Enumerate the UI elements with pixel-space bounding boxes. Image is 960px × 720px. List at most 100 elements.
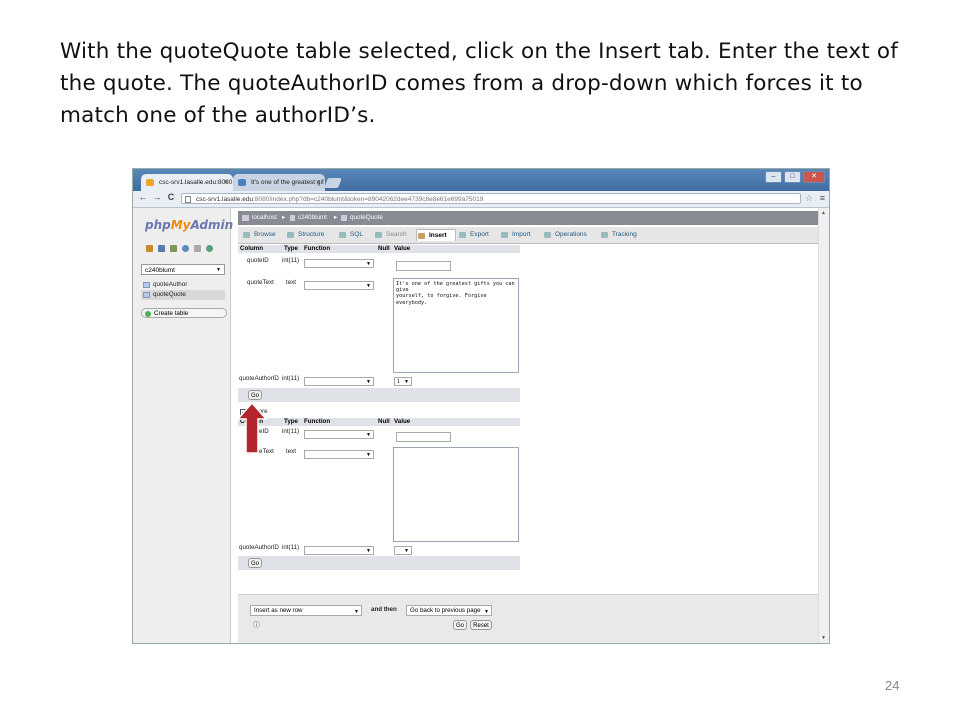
insert-options: Insert as new row ▼ and then Go back to p… <box>238 594 818 643</box>
sql-icon <box>339 232 346 238</box>
tab-import[interactable]: Import <box>500 229 530 241</box>
minimize-button[interactable]: – <box>765 171 782 183</box>
breadcrumb: localhost ▸ c240blumt ▸ quoteQuote <box>238 211 818 225</box>
column-name: quoteText <box>247 279 274 286</box>
tracking-icon <box>601 232 608 238</box>
function-select[interactable]: ▼ <box>304 377 374 386</box>
function-select[interactable]: ▼ <box>304 546 374 555</box>
tab-operations[interactable]: Operations <box>543 229 587 241</box>
breadcrumb-separator-icon: ▸ <box>282 214 286 221</box>
help-icon[interactable] <box>182 245 189 252</box>
tab-structure[interactable]: Structure <box>286 229 324 241</box>
docs-icon[interactable] <box>194 245 201 252</box>
back-button[interactable]: ← <box>137 192 149 202</box>
page-scrollbar[interactable]: ▲ ▼ <box>818 208 829 643</box>
close-icon[interactable]: × <box>224 174 228 191</box>
column-type: int(11) <box>282 375 300 382</box>
window-controls: – □ ✕ <box>765 171 825 183</box>
slide-number: 24 <box>885 678 900 693</box>
sidebar-item-quoteauthor[interactable]: quoteAuthor <box>141 280 225 290</box>
structure-icon <box>287 232 294 238</box>
column-type: text <box>286 279 296 286</box>
menu-icon[interactable]: ≡ <box>820 193 825 203</box>
breadcrumb-table[interactable]: quoteQuote <box>350 211 383 225</box>
close-window-button[interactable]: ✕ <box>803 171 825 183</box>
tab-label: It's one of the greatest gif <box>251 179 324 186</box>
tab-label: csc-srv1.lasalle.edu:8080 <box>159 179 233 186</box>
quotetext-textarea[interactable]: It's one of the greatest gifts you can g… <box>393 278 519 373</box>
tab-export[interactable]: Export <box>458 229 489 241</box>
dropdown-arrow-icon: ▼ <box>484 609 489 615</box>
browser-toolbar: ← → C csc-srv1.lasalle.edu:8080/index.ph… <box>133 191 829 208</box>
column-type: int(11) <box>282 544 300 551</box>
breadcrumb-separator-icon: ▸ <box>334 214 338 221</box>
url-path: :8080/index.php?db=c240blumt&token=89042… <box>253 196 484 203</box>
search-icon <box>375 232 382 238</box>
database-icon <box>290 215 295 221</box>
home-icon[interactable] <box>146 245 153 252</box>
column-type: text <box>286 448 296 455</box>
quoteid-value-input[interactable] <box>396 432 451 442</box>
export-icon <box>459 232 466 238</box>
author-id-select[interactable]: ▼ <box>394 546 412 555</box>
function-select[interactable]: ▼ <box>304 450 374 459</box>
sidebar-item-quotequote[interactable]: quoteQuote <box>141 290 225 300</box>
logout-icon[interactable] <box>158 245 165 252</box>
dropdown-arrow-icon: ▼ <box>366 283 371 289</box>
sidebar-icons <box>146 245 213 252</box>
maximize-button[interactable]: □ <box>784 171 801 183</box>
add-icon <box>145 311 151 317</box>
scroll-down-icon[interactable]: ▼ <box>821 635 826 641</box>
close-icon[interactable]: × <box>316 174 320 191</box>
red-up-arrow-icon <box>237 402 267 454</box>
function-select[interactable]: ▼ <box>304 430 374 439</box>
table-list: quoteAuthor quoteQuote <box>141 280 225 300</box>
table-icon <box>143 292 150 298</box>
query-window-icon[interactable] <box>170 245 177 252</box>
function-select[interactable]: ▼ <box>304 281 374 290</box>
create-table-button[interactable]: Create table <box>141 308 227 318</box>
quotetext-textarea-2[interactable] <box>393 447 519 542</box>
column-type: int(11) <box>282 428 300 435</box>
column-name: quoteID <box>247 257 269 264</box>
reload-nav-icon[interactable] <box>206 245 213 252</box>
insert-mode-select[interactable]: Insert as new row ▼ <box>250 605 362 616</box>
browser-tab-strip: csc-srv1.lasalle.edu:8080 × It's one of … <box>133 169 829 191</box>
go-button[interactable]: Go <box>248 390 262 400</box>
bookmark-star-icon[interactable]: ☆ <box>805 193 813 204</box>
author-id-select[interactable]: 1 ▼ <box>394 377 412 386</box>
browser-tab-2[interactable]: It's one of the greatest gif × <box>233 174 325 191</box>
insert-icon <box>418 233 425 239</box>
breadcrumb-server[interactable]: localhost <box>252 211 277 225</box>
phpmyadmin-logo: phpMyAdmin <box>145 218 234 232</box>
help-icon[interactable]: ⓘ <box>253 620 260 630</box>
function-select[interactable]: ▼ <box>304 259 374 268</box>
main-content: localhost ▸ c240blumt ▸ quoteQuote Brows… <box>238 211 818 643</box>
tab-sql[interactable]: SQL <box>338 229 363 241</box>
column-name: quoteAuthorID <box>239 375 279 382</box>
dropdown-arrow-icon: ▼ <box>404 548 409 554</box>
go-button[interactable]: Go <box>248 558 262 568</box>
go-button[interactable]: Go <box>453 620 467 630</box>
browser-tab-1[interactable]: csc-srv1.lasalle.edu:8080 × <box>141 174 233 191</box>
forward-button[interactable]: → <box>151 192 163 202</box>
dropdown-arrow-icon: ▼ <box>216 267 221 273</box>
tab-browse[interactable]: Browse <box>242 229 276 241</box>
reset-button[interactable]: Reset <box>470 620 492 630</box>
dropdown-arrow-icon: ▼ <box>366 379 371 385</box>
tab-insert[interactable]: Insert <box>416 229 456 241</box>
import-icon <box>501 232 508 238</box>
database-select[interactable]: c240blumt ▼ <box>141 264 225 275</box>
dropdown-arrow-icon: ▼ <box>366 261 371 267</box>
tab-search[interactable]: Search <box>374 229 407 241</box>
scroll-up-icon[interactable]: ▲ <box>821 210 826 216</box>
quoteid-value-input[interactable] <box>396 261 451 271</box>
tab-tracking[interactable]: Tracking <box>600 229 637 241</box>
breadcrumb-database[interactable]: c240blumt <box>298 211 327 225</box>
phpmyadmin-sidebar: phpMyAdmin c240blumt ▼ quoteAuthor quote… <box>133 208 234 643</box>
table-icon <box>341 215 347 221</box>
after-insert-select[interactable]: Go back to previous page ▼ <box>406 605 492 616</box>
reload-button[interactable]: C <box>165 192 177 202</box>
new-tab-button[interactable] <box>324 178 342 188</box>
address-bar[interactable]: csc-srv1.lasalle.edu:8080/index.php?db=c… <box>181 193 801 204</box>
